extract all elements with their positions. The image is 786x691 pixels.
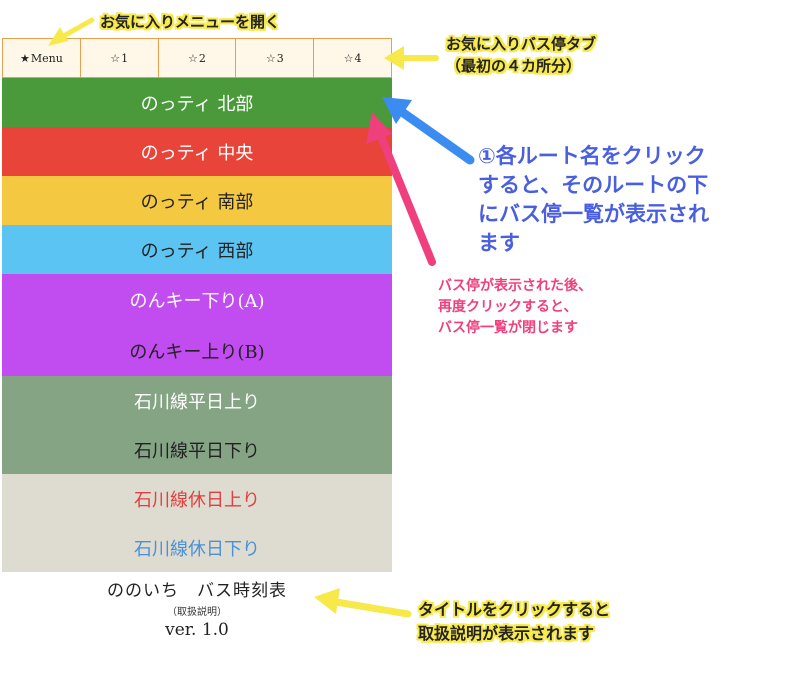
tab-favorite-3[interactable]: ☆ 3: [235, 39, 313, 77]
annotation-text: お気に入りメニューを開く: [100, 13, 281, 31]
star-outline-icon: ☆: [110, 51, 121, 65]
annotation-text: お気に入りバス停タブ: [446, 35, 597, 53]
route-item-notty-central[interactable]: のっティ 中央: [2, 127, 392, 176]
route-label: のんキー下り(A): [129, 290, 265, 312]
favorite-tabs: ★ Menu ☆ 1 ☆ 2 ☆ 3 ☆ 4: [2, 38, 392, 78]
annotation-title: タイトルをクリックすると 取扱説明が表示されます: [418, 598, 610, 646]
route-item-notty-south[interactable]: のっティ 南部: [2, 176, 392, 225]
annotation-text: にバス停一覧が表示され: [478, 202, 709, 226]
route-label: 石川線休日上り: [134, 489, 260, 511]
tab-label: 1: [121, 51, 129, 65]
route-item-nonkey-up[interactable]: のんキー上り(B): [2, 325, 392, 376]
route-label: のっティ 中央: [140, 142, 254, 164]
star-outline-icon: ☆: [188, 51, 198, 65]
tab-label: 3: [276, 51, 284, 65]
route-label: のっティ 北部: [140, 93, 254, 115]
route-label: のんキー上り(B): [129, 341, 265, 363]
route-item-nonkey-down[interactable]: のんキー下り(A): [2, 274, 392, 325]
annotation-tabs: お気に入りバス停タブ （最初の４カ所分）: [446, 33, 596, 77]
route-label: 石川線平日下り: [134, 440, 260, 462]
tab-label: Menu: [30, 51, 63, 65]
arrow-routes-icon: [382, 97, 475, 165]
route-item-ishikawa-weekday-down[interactable]: 石川線平日下り: [2, 425, 392, 474]
route-item-notty-west[interactable]: のっティ 西部: [2, 225, 392, 274]
tab-favorite-4[interactable]: ☆ 4: [313, 39, 391, 77]
route-label: 石川線平日上り: [134, 391, 260, 413]
annotation-text: ます: [478, 231, 520, 255]
route-item-ishikawa-holiday-up[interactable]: 石川線休日上り: [2, 474, 392, 523]
annotation-text: すると、そのルートの下: [478, 173, 709, 197]
route-label: のっティ 南部: [140, 191, 254, 213]
annotation-text: 取扱説明が表示されます: [418, 624, 595, 643]
version-label: ver. 1.0: [165, 620, 229, 640]
route-label: のっティ 西部: [140, 240, 254, 262]
tab-menu[interactable]: ★ Menu: [3, 39, 80, 77]
tab-favorite-2[interactable]: ☆ 2: [157, 39, 236, 77]
star-outline-icon: ☆: [343, 51, 354, 65]
route-label: 石川線休日下り: [134, 538, 260, 560]
manual-subtitle: （取扱説明）: [167, 607, 227, 618]
star-filled-icon: ★: [19, 51, 30, 65]
route-item-ishikawa-weekday-up[interactable]: 石川線平日上り: [2, 376, 392, 425]
annotation-text: バス停一覧が閉じます: [438, 320, 578, 336]
annotation-text: ①各ルート名をクリック: [478, 144, 706, 168]
annotation-text: バス停が表示された後、: [438, 278, 592, 294]
annotation-text: （最初の４カ所分）: [446, 57, 582, 75]
app-footer: ののいち バス時刻表 （取扱説明） ver. 1.0: [2, 572, 392, 640]
bus-timetable-app: ★ Menu ☆ 1 ☆ 2 ☆ 3 ☆ 4 のっティ 北部 のっティ 中央 のっティ 南…: [2, 38, 392, 640]
tab-label: 4: [354, 51, 362, 65]
annotation-menu: お気に入りメニューを開く: [100, 11, 280, 32]
annotation-text: 再度クリックすると、: [438, 299, 578, 315]
annotation-close: バス停が表示された後、 再度クリックすると、 バス停一覧が閉じます: [438, 276, 592, 339]
route-list: のっティ 北部 のっティ 中央 のっティ 南部 のっティ 西部 のんキー下り(A…: [2, 78, 392, 572]
route-item-ishikawa-holiday-down[interactable]: 石川線休日下り: [2, 523, 392, 572]
star-outline-icon: ☆: [265, 51, 276, 65]
route-item-notty-north[interactable]: のっティ 北部: [2, 78, 392, 127]
page-title[interactable]: ののいち バス時刻表: [2, 576, 392, 601]
annotation-routes: ①各ルート名をクリック すると、そのルートの下 にバス停一覧が表示され ます: [478, 142, 709, 258]
tab-label: 2: [198, 51, 206, 65]
tab-favorite-1[interactable]: ☆ 1: [79, 39, 158, 77]
annotation-text: タイトルをクリックすると: [418, 600, 611, 619]
